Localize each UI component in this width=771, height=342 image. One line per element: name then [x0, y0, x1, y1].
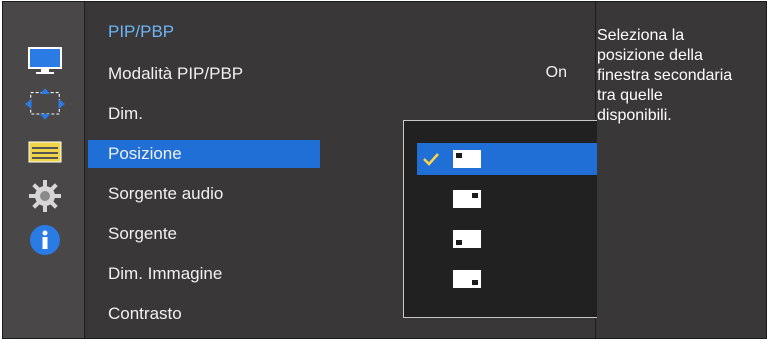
- info-icon[interactable]: [25, 222, 65, 258]
- sidebar: [3, 2, 85, 338]
- window-top-left-icon: [453, 150, 481, 168]
- help-line: Seleziona la: [597, 27, 685, 44]
- help-line: disponibili.: [597, 107, 672, 124]
- menu-item-source[interactable]: Sorgente: [88, 220, 318, 248]
- menu-title: PIP/PBP: [108, 22, 175, 41]
- window-top-right-icon: [453, 190, 481, 208]
- menu-item-label: Dim. Immagine: [108, 264, 223, 283]
- window-bottom-left-icon: [453, 230, 481, 248]
- slider-icon[interactable]: [25, 134, 65, 170]
- monitor-icon[interactable]: [25, 42, 65, 78]
- window-bottom-right-icon: [453, 270, 481, 288]
- menu-item-size[interactable]: Dim.: [88, 100, 318, 128]
- help-line: finestra secondaria: [597, 67, 733, 84]
- menu-item-label: Modalità PIP/PBP: [108, 64, 244, 83]
- checkmark-icon: [417, 152, 445, 166]
- menu-item-label: Sorgente: [108, 224, 177, 243]
- pip-mode-value: On: [545, 64, 567, 81]
- menu-item-audio-source[interactable]: Sorgente audio: [88, 180, 318, 208]
- help-line: tra quelle: [597, 87, 663, 104]
- help-line: posizione della: [597, 47, 703, 64]
- menu-item-label: Contrasto: [108, 304, 182, 323]
- help-panel: Seleziona la posizione della finestra se…: [597, 2, 765, 338]
- menu-item-label: Sorgente audio: [108, 184, 224, 203]
- menu-item-pip-mode[interactable]: Modalità PIP/PBP: [88, 60, 318, 88]
- menu-item-position[interactable]: Posizione: [88, 140, 320, 168]
- gear-icon[interactable]: [25, 178, 65, 214]
- menu-item-label: Dim.: [108, 104, 143, 123]
- menu-item-image-size[interactable]: Dim. Immagine: [88, 260, 318, 288]
- pip-arrows-icon[interactable]: [25, 86, 65, 122]
- menu-item-label: Posizione: [108, 144, 182, 163]
- menu-item-contrast[interactable]: Contrasto: [88, 300, 318, 328]
- pip-pbp-menu: PIP/PBP On Modalità PIP/PBP Dim. Posizio…: [88, 2, 668, 338]
